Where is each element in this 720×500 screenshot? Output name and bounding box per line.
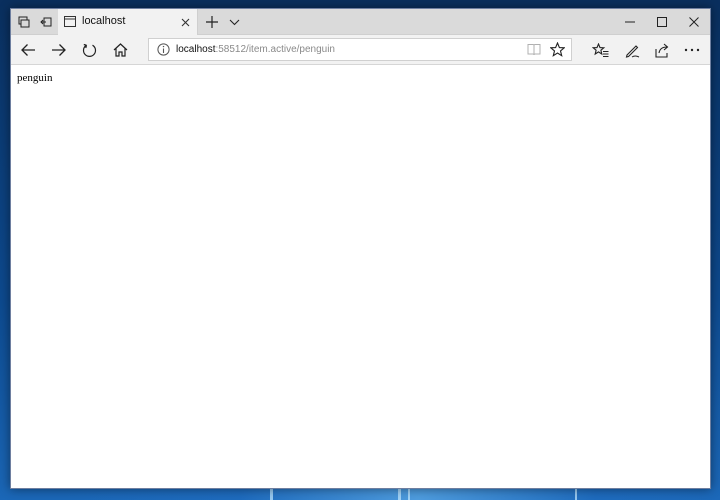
page-icon xyxy=(64,16,76,27)
refresh-icon xyxy=(82,43,97,58)
back-arrow-icon xyxy=(20,43,36,57)
window-close-icon xyxy=(689,17,699,27)
tab-preview-button[interactable] xyxy=(13,9,35,35)
maximize-icon xyxy=(657,17,667,27)
favorites-list-icon xyxy=(591,42,609,58)
chevron-down-icon xyxy=(229,19,240,26)
tab-preview-icon xyxy=(18,16,30,28)
url-text: localhost:58512/item.active/penguin xyxy=(176,44,335,55)
tab-list-button[interactable] xyxy=(223,9,245,35)
home-icon xyxy=(113,43,128,57)
title-bar: localhost xyxy=(11,9,710,35)
info-icon[interactable] xyxy=(157,43,170,56)
forward-button[interactable] xyxy=(44,35,74,65)
web-note-button[interactable] xyxy=(617,35,647,65)
close-tab-icon xyxy=(181,18,190,27)
pen-icon xyxy=(624,43,640,58)
active-tab[interactable]: localhost xyxy=(58,9,198,35)
share-icon xyxy=(654,43,670,58)
forward-arrow-icon xyxy=(51,43,67,57)
navigation-bar: localhost:58512/item.active/penguin xyxy=(11,35,710,65)
address-bar[interactable]: localhost:58512/item.active/penguin xyxy=(148,38,572,61)
page-content: penguin xyxy=(11,65,710,488)
new-tab-plus-icon xyxy=(206,16,218,28)
back-button[interactable] xyxy=(13,35,43,65)
close-tab-button[interactable] xyxy=(175,12,195,32)
maximize-button[interactable] xyxy=(646,9,678,35)
more-dots-icon xyxy=(684,48,700,52)
refresh-button[interactable] xyxy=(74,35,104,65)
favorites-button[interactable] xyxy=(585,35,615,65)
minimize-icon xyxy=(625,17,635,27)
url-host: localhost xyxy=(176,44,216,55)
window-close-button[interactable] xyxy=(678,9,710,35)
tab-title: localhost xyxy=(82,15,126,27)
new-tab-button[interactable] xyxy=(201,9,223,35)
reading-view-icon[interactable] xyxy=(527,43,541,56)
url-port-path: :58512/item.active/penguin xyxy=(215,44,335,55)
share-button[interactable] xyxy=(647,35,677,65)
home-button[interactable] xyxy=(105,35,135,65)
page-body-text: penguin xyxy=(17,72,53,84)
tabs-aside-icon xyxy=(40,16,52,28)
more-button[interactable] xyxy=(677,35,707,65)
minimize-button[interactable] xyxy=(614,9,646,35)
browser-window: localhost localhost:58512/item.active/pe… xyxy=(10,8,711,489)
star-icon[interactable] xyxy=(550,42,565,57)
tabs-aside-button[interactable] xyxy=(35,9,57,35)
